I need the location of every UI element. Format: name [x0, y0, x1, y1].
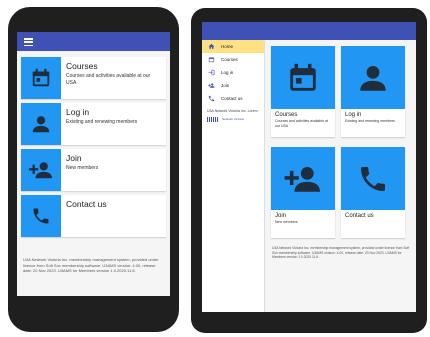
phone-icon: [21, 195, 61, 237]
logo-mark: [207, 116, 219, 122]
card-title: Log in: [345, 112, 362, 118]
drawer-item-join[interactable]: Join: [202, 79, 264, 92]
person-icon: [21, 103, 61, 145]
hamburger-menu-icon[interactable]: [24, 38, 33, 48]
drawer-item-contact[interactable]: Contact us: [202, 92, 264, 105]
person-add-icon: [271, 147, 335, 210]
card-courses[interactable]: Courses Courses and activities available…: [271, 46, 335, 137]
drawer-item-label: Home: [221, 44, 234, 49]
footer-text: U3A Network Victoria Inc. membership man…: [272, 246, 410, 259]
phone-screen: Courses Courses and activities available…: [17, 32, 170, 296]
phone-app-bar: [17, 32, 170, 51]
person-add-icon: [207, 82, 215, 90]
nav-drawer: Home Courses Log in Join Contact us U3A …: [202, 40, 265, 312]
network-logo: Network Victoria: [207, 116, 259, 122]
drawer-item-label: Contact us: [221, 96, 243, 101]
drawer-item-login[interactable]: Log in: [202, 66, 264, 79]
drawer-item-label: Courses: [221, 57, 238, 62]
card-contact[interactable]: Contact us: [341, 147, 405, 238]
menu-item-title: Courses: [66, 61, 98, 71]
card-join[interactable]: Join New members: [271, 147, 335, 238]
card-subtitle: Courses and activities available at our …: [275, 119, 328, 128]
tablet-screen: Home Courses Log in Join Contact us U3A …: [202, 22, 416, 312]
card-title: Courses: [275, 112, 298, 118]
menu-item-subtitle: Courses and activities available at our …: [66, 73, 151, 86]
drawer-item-home[interactable]: Home: [202, 40, 264, 53]
calendar-icon: [21, 57, 61, 99]
card-title: Join: [275, 213, 287, 219]
tablet-app-bar: [202, 22, 416, 40]
menu-item-title: Join: [66, 153, 82, 163]
menu-item-contact[interactable]: Contact us: [21, 195, 166, 237]
menu-item-login[interactable]: Log in Existing and renewing members: [21, 103, 166, 145]
menu-item-subtitle: New members: [66, 165, 99, 171]
phone-device: Courses Courses and activities available…: [8, 7, 179, 332]
tablet-device: Home Courses Log in Join Contact us U3A …: [191, 8, 427, 333]
menu-item-title: Contact us: [66, 199, 107, 209]
calendar-icon: [207, 56, 215, 64]
footer-text: U3A Network Victoria Inc. membership man…: [23, 257, 159, 273]
logo-text: Network Victoria: [222, 117, 244, 121]
menu-item-join[interactable]: Join New members: [21, 149, 166, 191]
menu-item-courses[interactable]: Courses Courses and activities available…: [21, 57, 166, 99]
login-icon: [207, 69, 215, 77]
card-login[interactable]: Log in Existing and renewing members: [341, 46, 405, 137]
phone-icon: [341, 147, 405, 210]
menu-list: Courses Courses and activities available…: [21, 57, 166, 241]
menu-item-subtitle: Existing and renewing members: [66, 119, 138, 125]
drawer-item-label: Log in: [221, 70, 234, 75]
person-icon: [341, 46, 405, 109]
home-icon: [207, 43, 215, 51]
card-subtitle: Existing and renewing members: [345, 119, 395, 123]
menu-item-title: Log in: [66, 107, 90, 117]
drawer-item-label: Join: [221, 83, 230, 88]
card-title: Contact us: [345, 213, 374, 219]
drawer-item-courses[interactable]: Courses: [202, 53, 264, 66]
phone-icon: [207, 95, 215, 103]
drawer-info-text: U3A Network Victoria Inc. Lorem: [207, 109, 258, 113]
person-add-icon: [21, 149, 61, 191]
calendar-icon: [271, 46, 335, 109]
card-subtitle: New members: [275, 220, 298, 224]
